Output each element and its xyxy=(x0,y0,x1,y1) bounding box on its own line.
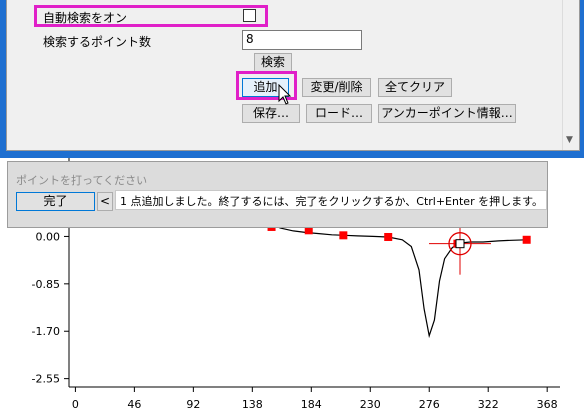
anchor-point xyxy=(339,231,348,240)
x-tick-label: 230 xyxy=(360,398,381,411)
auto-search-checkbox[interactable] xyxy=(243,9,256,22)
x-tick-label: 184 xyxy=(301,398,322,411)
mouse-pointer-icon xyxy=(278,84,292,105)
auto-search-label: 自動検索をオン xyxy=(43,11,128,25)
anchor-point xyxy=(522,235,531,244)
y-tick-label: 0.00 xyxy=(36,230,61,243)
vertical-scrollbar[interactable]: ▼ xyxy=(562,0,579,150)
anchor-info-button[interactable]: アンカーポイント情報… xyxy=(378,104,516,123)
anchor-dialog-window: 自動検索をオン 検索するポイント数 8 検索 追加 変更/削除 全てクリア 保存… xyxy=(0,0,584,158)
anchor-dialog-panel: 自動検索をオン 検索するポイント数 8 検索 追加 変更/削除 全てクリア 保存… xyxy=(6,0,580,151)
x-tick-label: 276 xyxy=(419,398,440,411)
x-tick-label: 46 xyxy=(127,398,141,411)
x-tick-label: 92 xyxy=(186,398,200,411)
cursor-marker xyxy=(455,239,465,249)
points-count-label: 検索するポイント数 xyxy=(43,35,152,49)
anchor-point xyxy=(384,232,393,241)
y-tick-label: -0.85 xyxy=(32,278,60,291)
clear-all-button[interactable]: 全てクリア xyxy=(378,78,452,97)
load-button[interactable]: ロード… xyxy=(306,104,372,123)
y-tick-label: -2.55 xyxy=(32,373,60,386)
modify-delete-button[interactable]: 変更/削除 xyxy=(302,78,371,97)
search-button[interactable]: 検索 xyxy=(254,53,292,72)
x-tick-label: 138 xyxy=(242,398,263,411)
x-tick-label: 368 xyxy=(537,398,558,411)
point-status-toolbar: ポイントを打ってください 完了 < 1 点追加しました。終了するには、完了をクリ… xyxy=(7,161,548,228)
x-tick-label: 322 xyxy=(478,398,499,411)
save-button[interactable]: 保存… xyxy=(242,104,300,123)
scroll-down-arrow-icon[interactable]: ▼ xyxy=(566,135,573,145)
back-button[interactable]: < xyxy=(97,192,113,211)
status-message: 1 点追加しました。終了するには、完了をクリックするか、Ctrl+Enter を… xyxy=(115,190,547,210)
status-title: ポイントを打ってください xyxy=(16,174,148,187)
x-tick-label: 0 xyxy=(72,398,79,411)
points-count-input[interactable]: 8 xyxy=(242,30,362,50)
done-button[interactable]: 完了 xyxy=(16,192,95,211)
y-tick-label: -1.70 xyxy=(32,325,60,338)
